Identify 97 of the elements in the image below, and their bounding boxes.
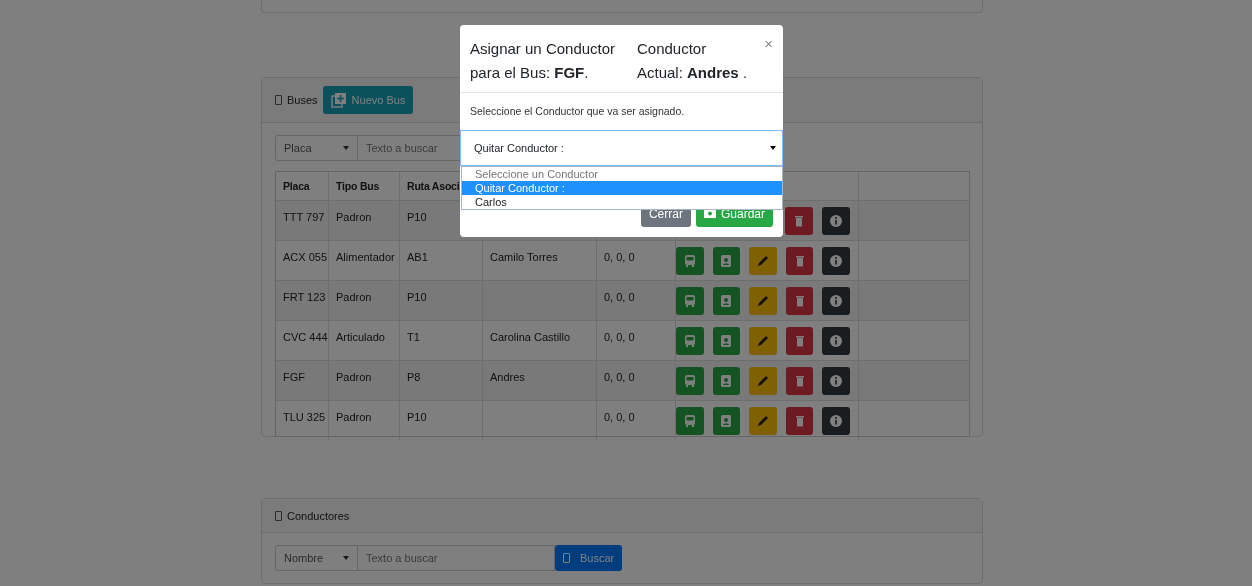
delete-button[interactable] <box>785 246 814 275</box>
square-icon <box>275 95 282 105</box>
bus-button[interactable] <box>676 326 704 355</box>
table-cell: TLU 325 <box>283 411 326 423</box>
bus-icon <box>682 253 697 268</box>
assign-driver-button[interactable] <box>712 326 741 355</box>
prompt-text: Seleccione el Conductor que va ser asignado. <box>469 105 686 119</box>
pencil-icon <box>756 253 770 268</box>
id-badge-icon <box>719 413 734 428</box>
info-icon <box>829 213 843 228</box>
info-icon <box>829 253 844 268</box>
assign-driver-button[interactable] <box>712 286 741 315</box>
table-cell: Padron <box>336 211 372 223</box>
table-cell: Articulado <box>336 331 385 343</box>
table-cell: CVC 444 <box>283 331 328 343</box>
table-cell: 0, 0, 0 <box>604 291 635 303</box>
table-cell: Padron <box>336 371 372 383</box>
table-cell: Padron <box>336 411 372 423</box>
dropdown-option[interactable]: Quitar Conductor : <box>462 181 782 195</box>
edit-button[interactable] <box>749 246 777 275</box>
pencil-icon <box>756 333 770 348</box>
driver-select[interactable]: Quitar Conductor : <box>460 130 783 166</box>
bus-icon <box>682 333 697 348</box>
add-library-icon <box>330 92 347 108</box>
info-button[interactable] <box>822 246 850 275</box>
table-cell: T1 <box>407 331 420 343</box>
bus-button[interactable] <box>676 366 704 395</box>
delete-button[interactable] <box>785 286 814 315</box>
caret-icon <box>770 146 776 150</box>
table-cell: P8 <box>407 371 421 383</box>
edit-button[interactable] <box>749 366 777 395</box>
square-icon <box>275 510 282 521</box>
panel-title: Conductores <box>287 509 350 522</box>
table-cell: Andres <box>490 371 525 383</box>
delete-button[interactable] <box>785 206 813 235</box>
id-badge-icon <box>719 373 734 388</box>
table-cell: Carolina Castillo <box>490 331 571 343</box>
delete-button[interactable] <box>785 406 814 435</box>
info-icon <box>829 333 844 348</box>
info-button[interactable] <box>822 286 850 315</box>
table-cell: 0, 0, 0 <box>604 371 635 383</box>
id-badge-icon <box>719 293 734 308</box>
pencil-icon <box>756 293 770 308</box>
bus-icon <box>682 373 697 388</box>
assign-driver-button[interactable] <box>712 366 741 395</box>
info-button[interactable] <box>822 366 850 395</box>
table-cell: 0, 0, 0 <box>604 251 635 263</box>
table-cell: 0, 0, 0 <box>604 411 635 423</box>
caret-icon <box>343 556 349 560</box>
dialog-title: Conductor Actual: Andres . <box>637 39 749 83</box>
bus-button[interactable] <box>676 286 704 315</box>
delete-button[interactable] <box>785 326 814 355</box>
close-button[interactable]: × <box>764 35 773 52</box>
table-cell: 0, 0, 0 <box>604 331 635 343</box>
column-header: Tipo Bus <box>336 180 380 192</box>
table-cell: Camilo Torres <box>490 251 558 263</box>
field-select[interactable]: Nombre <box>275 545 358 571</box>
table-cell: Padron <box>336 291 372 303</box>
bus-icon <box>682 413 697 428</box>
table-cell: FGF <box>283 371 305 383</box>
table-cell: AB1 <box>407 251 428 263</box>
table-cell: TTT 797 <box>283 211 325 223</box>
panel-title: Buses <box>287 94 318 106</box>
id-badge-icon <box>719 253 734 268</box>
column-header: Placa <box>283 180 310 192</box>
pencil-icon <box>756 413 770 428</box>
table-cell: P10 <box>407 411 427 423</box>
info-button[interactable] <box>822 406 850 435</box>
delete-button[interactable] <box>785 366 814 395</box>
table-cell: ACX 055 <box>283 251 328 263</box>
assign-driver-button[interactable] <box>712 406 741 435</box>
info-icon <box>829 373 844 388</box>
info-button[interactable] <box>822 206 850 235</box>
pencil-icon <box>756 373 770 388</box>
table-cell: Alimentador <box>336 251 395 263</box>
search-field[interactable]: Texto a buscar <box>358 545 555 571</box>
info-icon <box>829 293 844 308</box>
bus-icon <box>682 293 697 308</box>
table-cell: P10 <box>407 291 427 303</box>
assign-driver-button[interactable] <box>712 246 741 275</box>
caret-icon <box>343 146 349 150</box>
table-cell: FRT 123 <box>283 291 326 303</box>
info-button[interactable] <box>822 326 850 355</box>
bus-button[interactable] <box>676 406 704 435</box>
edit-button[interactable] <box>749 406 777 435</box>
id-badge-icon <box>719 333 734 348</box>
table-cell: P10 <box>407 211 427 223</box>
edit-button[interactable] <box>749 286 777 315</box>
new-bus-button[interactable]: Nuevo Bus <box>322 86 414 114</box>
search-button[interactable]: Buscar <box>555 545 623 571</box>
bus-button[interactable] <box>676 246 704 275</box>
trash-icon <box>792 213 806 228</box>
info-icon <box>829 413 844 428</box>
field-select[interactable]: Placa <box>275 135 358 161</box>
column-header: Ruta Asoci <box>407 180 460 192</box>
edit-button[interactable] <box>749 326 777 355</box>
dialog-title: Asignar un Conductor para el Bus: FGF. <box>470 39 617 83</box>
